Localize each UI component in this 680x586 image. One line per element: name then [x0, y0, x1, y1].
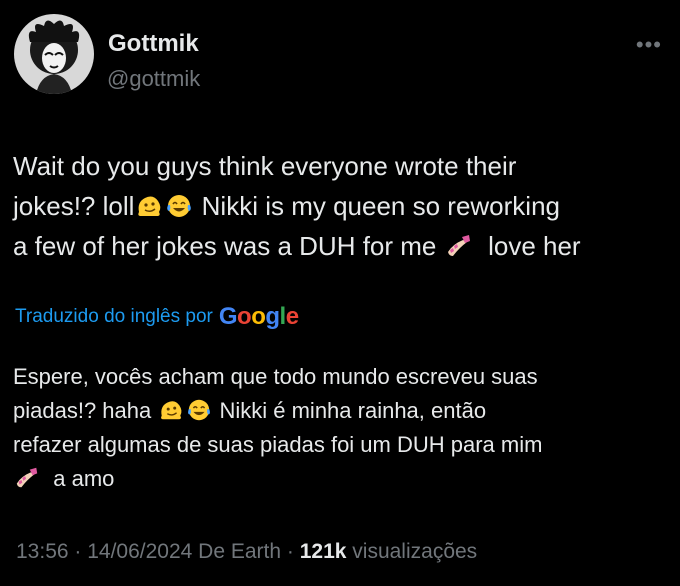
- translation-line-1: Espere, vocês acham que todo mundo escre…: [13, 364, 538, 389]
- google-logo-letter: G: [218, 303, 238, 330]
- tweet-timestamp[interactable]: 13:56 · 14/06/2024 De Earth: [16, 540, 281, 563]
- google-logo: Google: [219, 303, 299, 331]
- translation-line-3: refazer algumas de suas piadas foi um DU…: [13, 432, 543, 457]
- tweet-meta: 13:56 · 14/06/2024 De Earth · 121k visua…: [16, 540, 477, 564]
- translation-line-2a: piadas!? haha: [13, 398, 152, 423]
- views-label: visualizações: [352, 540, 478, 563]
- google-logo-letter: g: [265, 303, 280, 330]
- author-handle[interactable]: @gottmik: [107, 66, 200, 92]
- nail-polish-emoji: [16, 467, 38, 488]
- tweet-line-2a: jokes!? loll: [13, 191, 135, 221]
- nail-polish-emoji: [447, 235, 470, 256]
- tweet-line-2b: Nikki is my queen so reworking: [201, 191, 560, 221]
- ellipsis-icon[interactable]: •••: [636, 32, 662, 58]
- crying-laughing-emoji: [167, 195, 192, 217]
- melting-face-emoji: [138, 196, 161, 216]
- translation-line-2b: Nikki é minha rainha, então: [219, 398, 487, 423]
- google-logo-letter: e: [285, 303, 299, 330]
- avatar[interactable]: [14, 14, 94, 94]
- translated-text: Espere, vocês acham que todo mundo escre…: [13, 360, 673, 496]
- author-display-name[interactable]: Gottmik: [108, 30, 199, 58]
- google-logo-letter: o: [251, 303, 266, 330]
- google-logo-letter: o: [237, 303, 252, 330]
- crying-laughing-emoji: [188, 399, 211, 421]
- translation-line-4: a amo: [53, 466, 115, 491]
- tweet-text: Wait do you guys think everyone wrote th…: [13, 146, 673, 266]
- melting-face-emoji: [161, 401, 182, 420]
- translation-notice[interactable]: Traduzido do inglês por Google: [15, 303, 299, 331]
- translation-label: Traduzido do inglês por: [15, 306, 213, 327]
- tweet-line-3a: a few of her jokes was a DUH for me: [13, 231, 437, 261]
- tweet-line-1: Wait do you guys think everyone wrote th…: [13, 151, 517, 181]
- meta-separator: ·: [286, 540, 294, 563]
- avatar-drawing-icon: [14, 14, 94, 94]
- tweet-line-3b: love her: [488, 231, 581, 261]
- views-count: 121k: [299, 540, 347, 563]
